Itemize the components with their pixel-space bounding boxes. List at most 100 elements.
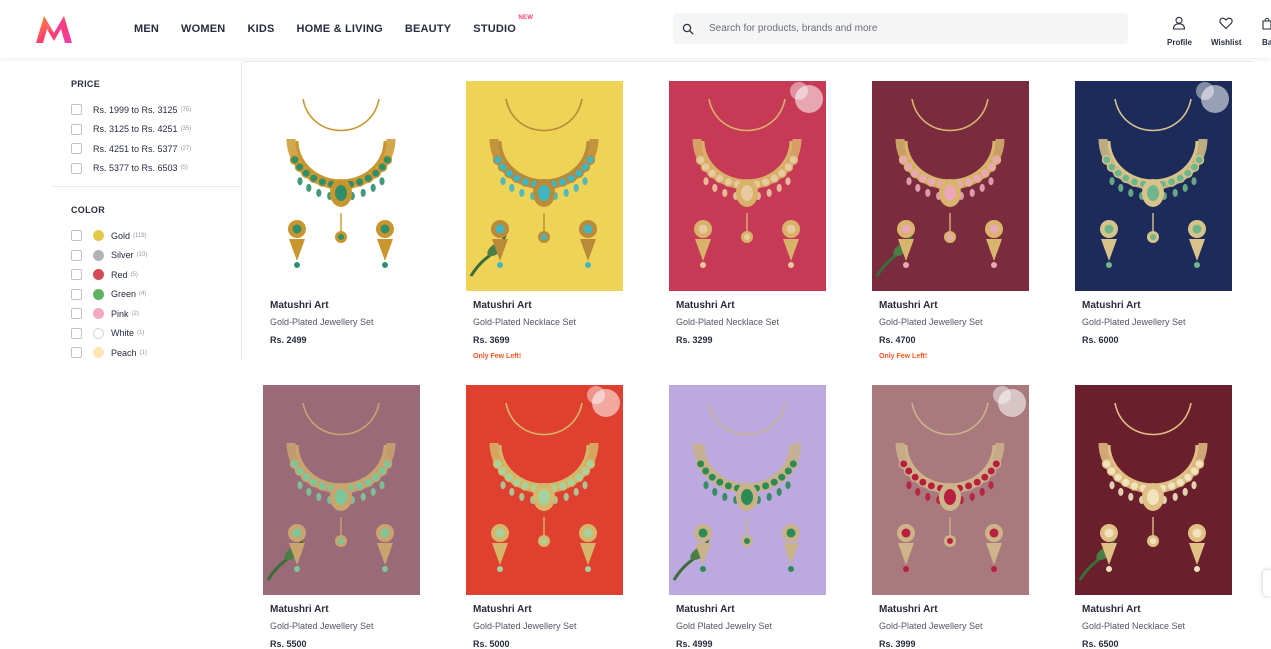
checkbox[interactable] [71, 104, 82, 116]
nav-kids[interactable]: KIDS [247, 23, 274, 35]
product-image[interactable] [872, 385, 1029, 595]
bag-icon [1262, 16, 1271, 35]
grid-divider [244, 61, 1253, 62]
price-filter-option[interactable]: Rs. 1999 to Rs. 3125 (75) [71, 100, 241, 120]
product-card[interactable]: Matushri Art Gold Plated Jewelry Set Rs. 4… [669, 385, 826, 649]
product-image-art [669, 385, 826, 595]
product-price: Rs. 4700 [879, 335, 916, 345]
product-card[interactable]: Matushri Art Gold-Plated Jewellery Set Rs.… [263, 81, 420, 346]
option-count: (1) [139, 349, 147, 356]
product-info: Matushri Art Gold-Plated Necklace Set Rs. … [466, 291, 623, 361]
color-filter-option[interactable]: Green (4) [71, 285, 241, 305]
color-swatch [93, 347, 104, 359]
option-count: (10) [136, 252, 148, 259]
product-brand: Matushri Art [676, 300, 735, 311]
bag-button[interactable]: Ba [1262, 16, 1271, 47]
scroll-handle[interactable] [1263, 570, 1271, 596]
color-filter-option[interactable]: White (1) [71, 324, 241, 344]
bag-label: Ba [1262, 38, 1271, 47]
product-info: Matushri Art Gold-Plated Necklace Set Rs. … [1075, 595, 1232, 649]
color-filter-option[interactable]: Red (5) [71, 265, 241, 285]
product-title: Gold Plated Jewelry Set [676, 621, 773, 631]
product-image[interactable] [263, 385, 420, 595]
product-image-art [263, 385, 420, 595]
product-card[interactable]: Matushri Art Gold-Plated Necklace Set Rs. … [669, 81, 826, 346]
new-badge: NEW [518, 15, 534, 21]
checkbox[interactable] [71, 162, 82, 174]
search-input[interactable] [709, 23, 1109, 34]
nav-home-living[interactable]: HOME & LIVING [297, 23, 383, 35]
checkbox[interactable] [71, 143, 82, 155]
brand-logo[interactable] [34, 13, 74, 45]
product-image[interactable] [466, 81, 623, 291]
price-option-label: Rs. 5377 to Rs. 6503 [93, 163, 178, 174]
product-image-art [263, 81, 420, 291]
checkbox[interactable] [71, 288, 82, 300]
profile-label: Profile [1167, 38, 1192, 47]
product-price: Rs. 5000 [473, 639, 510, 649]
product-card[interactable]: Matushri Art Gold-Plated Jewellery Set Rs.… [466, 385, 623, 649]
product-brand: Matushri Art [270, 604, 329, 615]
product-brand: Matushri Art [879, 604, 938, 615]
price-filter-option[interactable]: Rs. 3125 to Rs. 4251 (35) [71, 120, 241, 140]
price-filter-option[interactable]: Rs. 4251 to Rs. 5377 (27) [71, 139, 241, 159]
product-price: Rs. 3699 [473, 335, 510, 345]
color-option-label: Peach [111, 347, 137, 358]
product-brand: Matushri Art [473, 604, 532, 615]
product-card[interactable]: Matushri Art Gold-Plated Jewellery Set Rs.… [263, 385, 420, 649]
checkbox[interactable] [71, 123, 82, 135]
stock-status: Only Few Left! [879, 353, 928, 360]
product-image-art [1075, 385, 1232, 595]
product-info: Matushri Art Gold-Plated Jewellery Set Rs.… [263, 595, 420, 649]
profile-button[interactable]: Profile [1167, 16, 1192, 47]
product-price: Rs. 3999 [879, 639, 916, 649]
main-nav: MEN WOMEN KIDS HOME & LIVING BEAUTY STUD… [123, 0, 533, 58]
product-card[interactable]: Matushri Art Gold-Plated Necklace Set Rs. … [466, 81, 623, 361]
product-image[interactable] [872, 81, 1029, 291]
product-title: Gold-Plated Necklace Set [1082, 621, 1186, 631]
nav-beauty[interactable]: BEAUTY [405, 23, 451, 35]
search-bar[interactable] [673, 13, 1128, 44]
product-image[interactable] [669, 385, 826, 595]
color-filter-option[interactable]: Gold (119) [71, 226, 241, 246]
checkbox[interactable] [71, 230, 82, 242]
top-header: MEN WOMEN KIDS HOME & LIVING BEAUTY STUD… [0, 0, 1271, 58]
color-swatch [93, 288, 104, 300]
product-title: Gold-Plated Necklace Set [473, 317, 577, 327]
checkbox[interactable] [71, 347, 82, 359]
color-filter-option[interactable]: Silver (10) [71, 246, 241, 266]
price-filter-option[interactable]: Rs. 5377 to Rs. 6503 (5) [71, 159, 241, 179]
product-image[interactable] [466, 385, 623, 595]
option-count: (5) [130, 271, 138, 278]
product-card[interactable]: Matushri Art Gold-Plated Jewellery Set Rs.… [872, 385, 1029, 649]
checkbox[interactable] [71, 327, 82, 339]
product-card[interactable]: Matushri Art Gold-Plated Jewellery Set Rs.… [1075, 81, 1232, 346]
nav-kids-label: KIDS [247, 23, 275, 35]
product-image[interactable] [1075, 81, 1232, 291]
search-icon[interactable] [673, 23, 703, 35]
nav-men[interactable]: MEN [134, 23, 159, 35]
product-image-art [872, 385, 1029, 595]
color-option-label: Silver [111, 250, 134, 261]
product-card[interactable]: Matushri Art Gold-Plated Jewellery Set Rs.… [872, 81, 1029, 361]
color-filter-option[interactable]: Pink (2) [71, 304, 241, 324]
checkbox[interactable] [71, 269, 82, 281]
option-count: (2) [131, 310, 139, 317]
product-price: Rs. 4999 [676, 639, 713, 649]
option-count: (35) [180, 126, 192, 133]
checkbox[interactable] [71, 308, 82, 320]
product-brand: Matushri Art [1082, 604, 1141, 615]
color-filter-option[interactable]: Peach (1) [71, 343, 241, 363]
checkbox[interactable] [71, 249, 82, 261]
product-image[interactable] [1075, 385, 1232, 595]
nav-women[interactable]: WOMEN [181, 23, 225, 35]
product-image[interactable] [669, 81, 826, 291]
option-count: (75) [180, 106, 192, 113]
nav-studio[interactable]: STUDIO NEW [473, 15, 533, 35]
option-count: (4) [139, 291, 147, 298]
color-option-label: Green [111, 289, 137, 300]
product-card[interactable]: Matushri Art Gold-Plated Necklace Set Rs. … [1075, 385, 1232, 649]
wishlist-button[interactable]: Wishlist [1211, 16, 1242, 47]
product-image[interactable] [263, 81, 420, 291]
product-price: Rs. 3299 [676, 335, 713, 345]
